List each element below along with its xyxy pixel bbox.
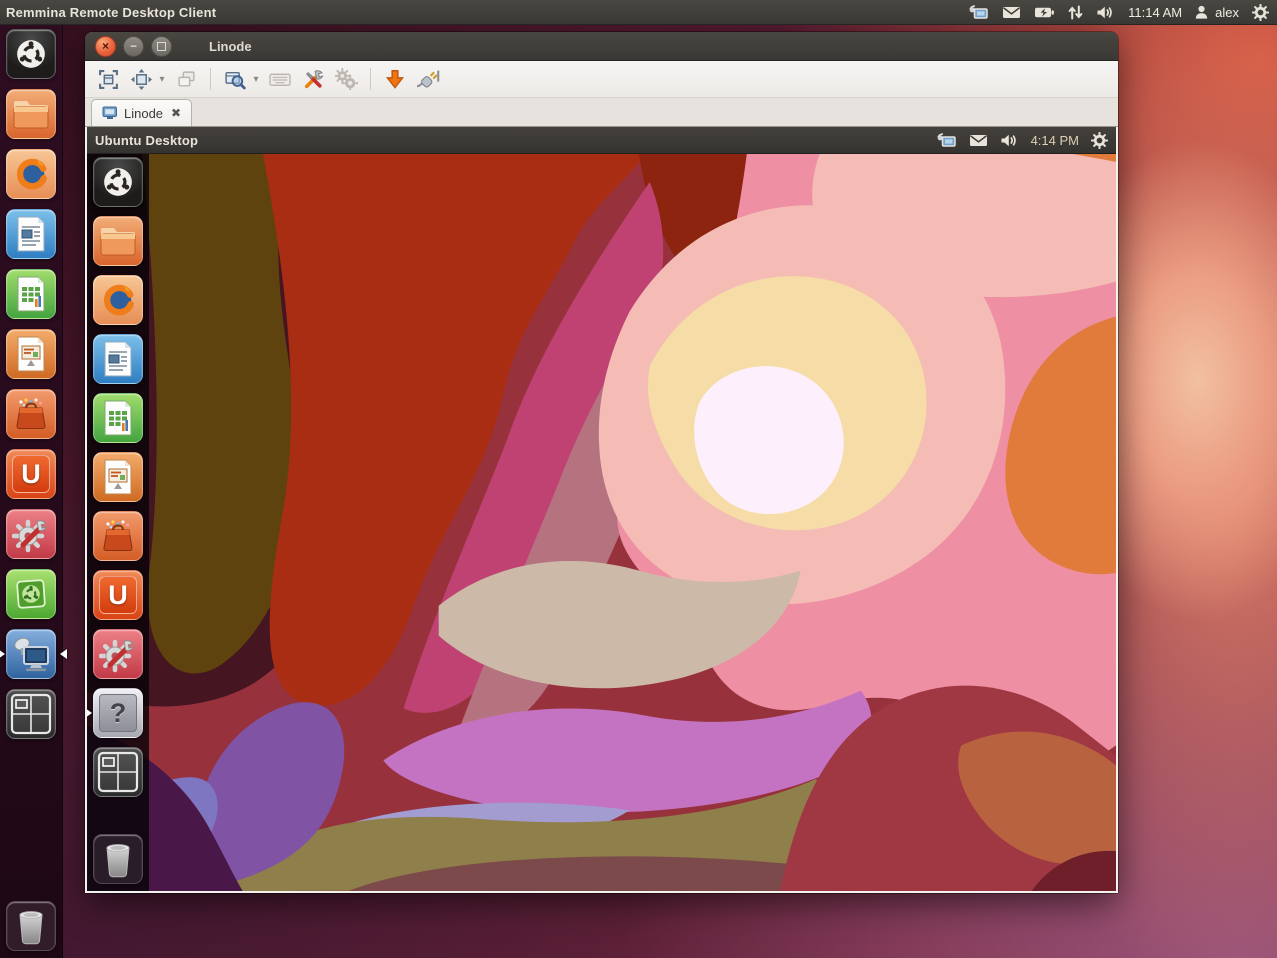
grab-keyboard-button[interactable]	[265, 65, 295, 93]
panel-title: Remmina Remote Desktop Client	[6, 5, 216, 20]
dash-home-icon[interactable]	[6, 29, 56, 79]
tab-close-icon[interactable]: ✖	[171, 106, 181, 120]
remote-system-settings-icon[interactable]	[93, 629, 143, 679]
remote-panel-title: Ubuntu Desktop	[95, 133, 198, 148]
remote-ubuntu-software-center-icon[interactable]	[93, 511, 143, 561]
tab-linode[interactable]: Linode ✖	[91, 99, 192, 126]
trash-icon[interactable]	[6, 901, 56, 951]
session-gear-icon[interactable]	[1252, 4, 1269, 21]
ubuntu-one-glyph: U	[99, 576, 137, 614]
remmina-icon[interactable]	[6, 629, 56, 679]
desktop-root: { "desktop_panel": { "title": "Remmina R…	[0, 0, 1277, 958]
remote-desktop-viewport[interactable]: Ubuntu Desktop 4:14 PM	[85, 127, 1118, 893]
disconnect-button[interactable]	[413, 65, 443, 93]
zoom-button[interactable]	[220, 65, 250, 93]
ubuntu-software-icon[interactable]	[6, 569, 56, 619]
remote-wallpaper	[87, 127, 1116, 891]
clock[interactable]: 11:14 AM	[1128, 5, 1182, 20]
firefox-icon[interactable]	[6, 149, 56, 199]
system-settings-icon[interactable]	[6, 509, 56, 559]
duplicate-connection-button[interactable]	[171, 65, 201, 93]
remote-top-panel: Ubuntu Desktop 4:14 PM	[87, 127, 1116, 154]
user-icon[interactable]	[1195, 5, 1208, 19]
remote-firefox-icon[interactable]	[93, 275, 143, 325]
ubuntu-one-glyph: U	[12, 455, 50, 493]
remote-desktop-icon[interactable]	[936, 132, 957, 148]
ubuntu-software-center-icon[interactable]	[6, 389, 56, 439]
remote-trash-icon[interactable]	[93, 834, 143, 884]
remote-home-folder-icon[interactable]	[93, 216, 143, 266]
volume-icon[interactable]	[1000, 133, 1019, 148]
workspace-switcher-icon[interactable]	[6, 689, 56, 739]
remote-unknown-window-icon[interactable]: ?	[93, 688, 143, 738]
remote-ubuntu-one-icon[interactable]: U	[93, 570, 143, 620]
tab-label: Linode	[124, 106, 163, 121]
scaled-mode-button[interactable]	[126, 65, 156, 93]
tab-bar: Linode ✖	[85, 98, 1118, 127]
system-tray: 11:14 AM alex	[968, 4, 1269, 21]
libreoffice-impress-icon[interactable]	[6, 329, 56, 379]
tab-monitor-icon	[102, 106, 118, 120]
sync-arrows-icon[interactable]	[1068, 5, 1083, 20]
tools-button[interactable]	[298, 65, 328, 93]
top-panel: Remmina Remote Desktop Client 11:14 AM a…	[0, 0, 1277, 25]
libreoffice-writer-icon[interactable]	[6, 209, 56, 259]
remote-dash-home-icon[interactable]	[93, 157, 143, 207]
remote-workspace-switcher-icon[interactable]	[93, 747, 143, 797]
minimize-to-tray-button[interactable]	[380, 65, 410, 93]
remote-libreoffice-impress-icon[interactable]	[93, 452, 143, 502]
window-titlebar[interactable]: × − Linode	[85, 32, 1118, 61]
preferences-button[interactable]	[331, 65, 361, 93]
toolbar-separator	[210, 68, 211, 90]
scaled-mode-dropdown[interactable]: ▾	[156, 74, 168, 85]
username-label[interactable]: alex	[1215, 5, 1239, 20]
toolbar-separator	[370, 68, 371, 90]
remote-desktop-icon[interactable]	[968, 4, 989, 20]
fullscreen-button[interactable]	[93, 65, 123, 93]
question-mark-glyph: ?	[99, 694, 137, 732]
remote-system-tray: 4:14 PM	[936, 132, 1108, 149]
running-pip	[0, 649, 10, 659]
mail-icon[interactable]	[969, 134, 988, 147]
libreoffice-calc-icon[interactable]	[6, 269, 56, 319]
home-folder-icon[interactable]	[6, 89, 56, 139]
ubuntu-one-icon[interactable]: U	[6, 449, 56, 499]
battery-icon[interactable]	[1034, 6, 1055, 19]
remmina-window: × − Linode ▾ ▾ Linode ✖	[85, 32, 1118, 893]
unity-launcher: U	[0, 24, 63, 958]
remmina-toolbar: ▾ ▾	[85, 61, 1118, 98]
zoom-dropdown[interactable]: ▾	[250, 74, 262, 85]
window-title: Linode	[209, 39, 252, 54]
remote-unity-launcher: U ?	[87, 153, 149, 891]
remote-libreoffice-writer-icon[interactable]	[93, 334, 143, 384]
window-minimize-button[interactable]: −	[123, 36, 144, 57]
window-close-button[interactable]: ×	[95, 36, 116, 57]
mail-icon[interactable]	[1002, 6, 1021, 19]
window-maximize-button[interactable]	[151, 36, 172, 57]
focused-arrow	[55, 649, 67, 659]
running-pip	[85, 708, 97, 718]
remote-libreoffice-calc-icon[interactable]	[93, 393, 143, 443]
volume-icon[interactable]	[1096, 5, 1115, 20]
remote-clock[interactable]: 4:14 PM	[1031, 133, 1079, 148]
session-gear-icon[interactable]	[1091, 132, 1108, 149]
